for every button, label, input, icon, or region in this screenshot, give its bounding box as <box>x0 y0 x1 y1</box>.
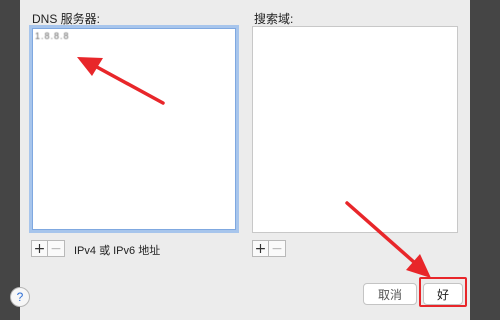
annotation-overlay <box>77 57 431 278</box>
arrow-to-dns-entry <box>77 57 165 105</box>
arrow-to-ok-button <box>345 201 431 278</box>
